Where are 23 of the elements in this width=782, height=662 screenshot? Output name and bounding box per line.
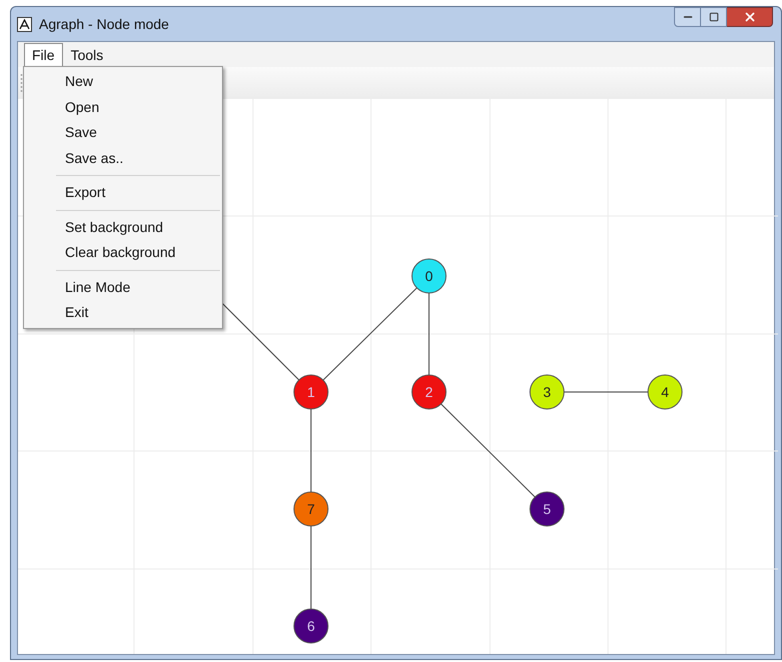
menu-option[interactable]: Exit <box>56 300 220 326</box>
close-icon <box>742 10 756 24</box>
graph-node[interactable]: 3 <box>530 374 564 410</box>
menu-item[interactable]: Tools <box>62 43 112 67</box>
menu-option[interactable]: New <box>56 69 220 94</box>
menu-option[interactable]: Open <box>56 94 220 120</box>
menu-option[interactable]: Line Mode <box>56 274 220 300</box>
menu-option[interactable]: Save as.. <box>56 146 220 171</box>
maximize-button[interactable] <box>701 7 727 27</box>
graph-node[interactable]: 7 <box>294 492 328 526</box>
menu-option[interactable]: Set background <box>56 214 220 240</box>
graph-node[interactable]: 0 <box>412 258 446 294</box>
window-title: Agraph - Node mode <box>39 14 169 34</box>
maximize-icon <box>708 12 718 22</box>
graph-node[interactable]: 4 <box>648 374 682 410</box>
menu-option[interactable]: Export <box>56 180 220 206</box>
close-button[interactable] <box>727 7 773 27</box>
menu-item[interactable]: File <box>24 43 63 67</box>
menu-option[interactable]: Clear background <box>56 240 220 266</box>
graph-node[interactable]: 6 <box>294 608 328 644</box>
menu-option[interactable]: Save <box>56 120 220 146</box>
app-logo-icon <box>17 16 32 32</box>
graph-node[interactable]: 5 <box>530 492 564 526</box>
